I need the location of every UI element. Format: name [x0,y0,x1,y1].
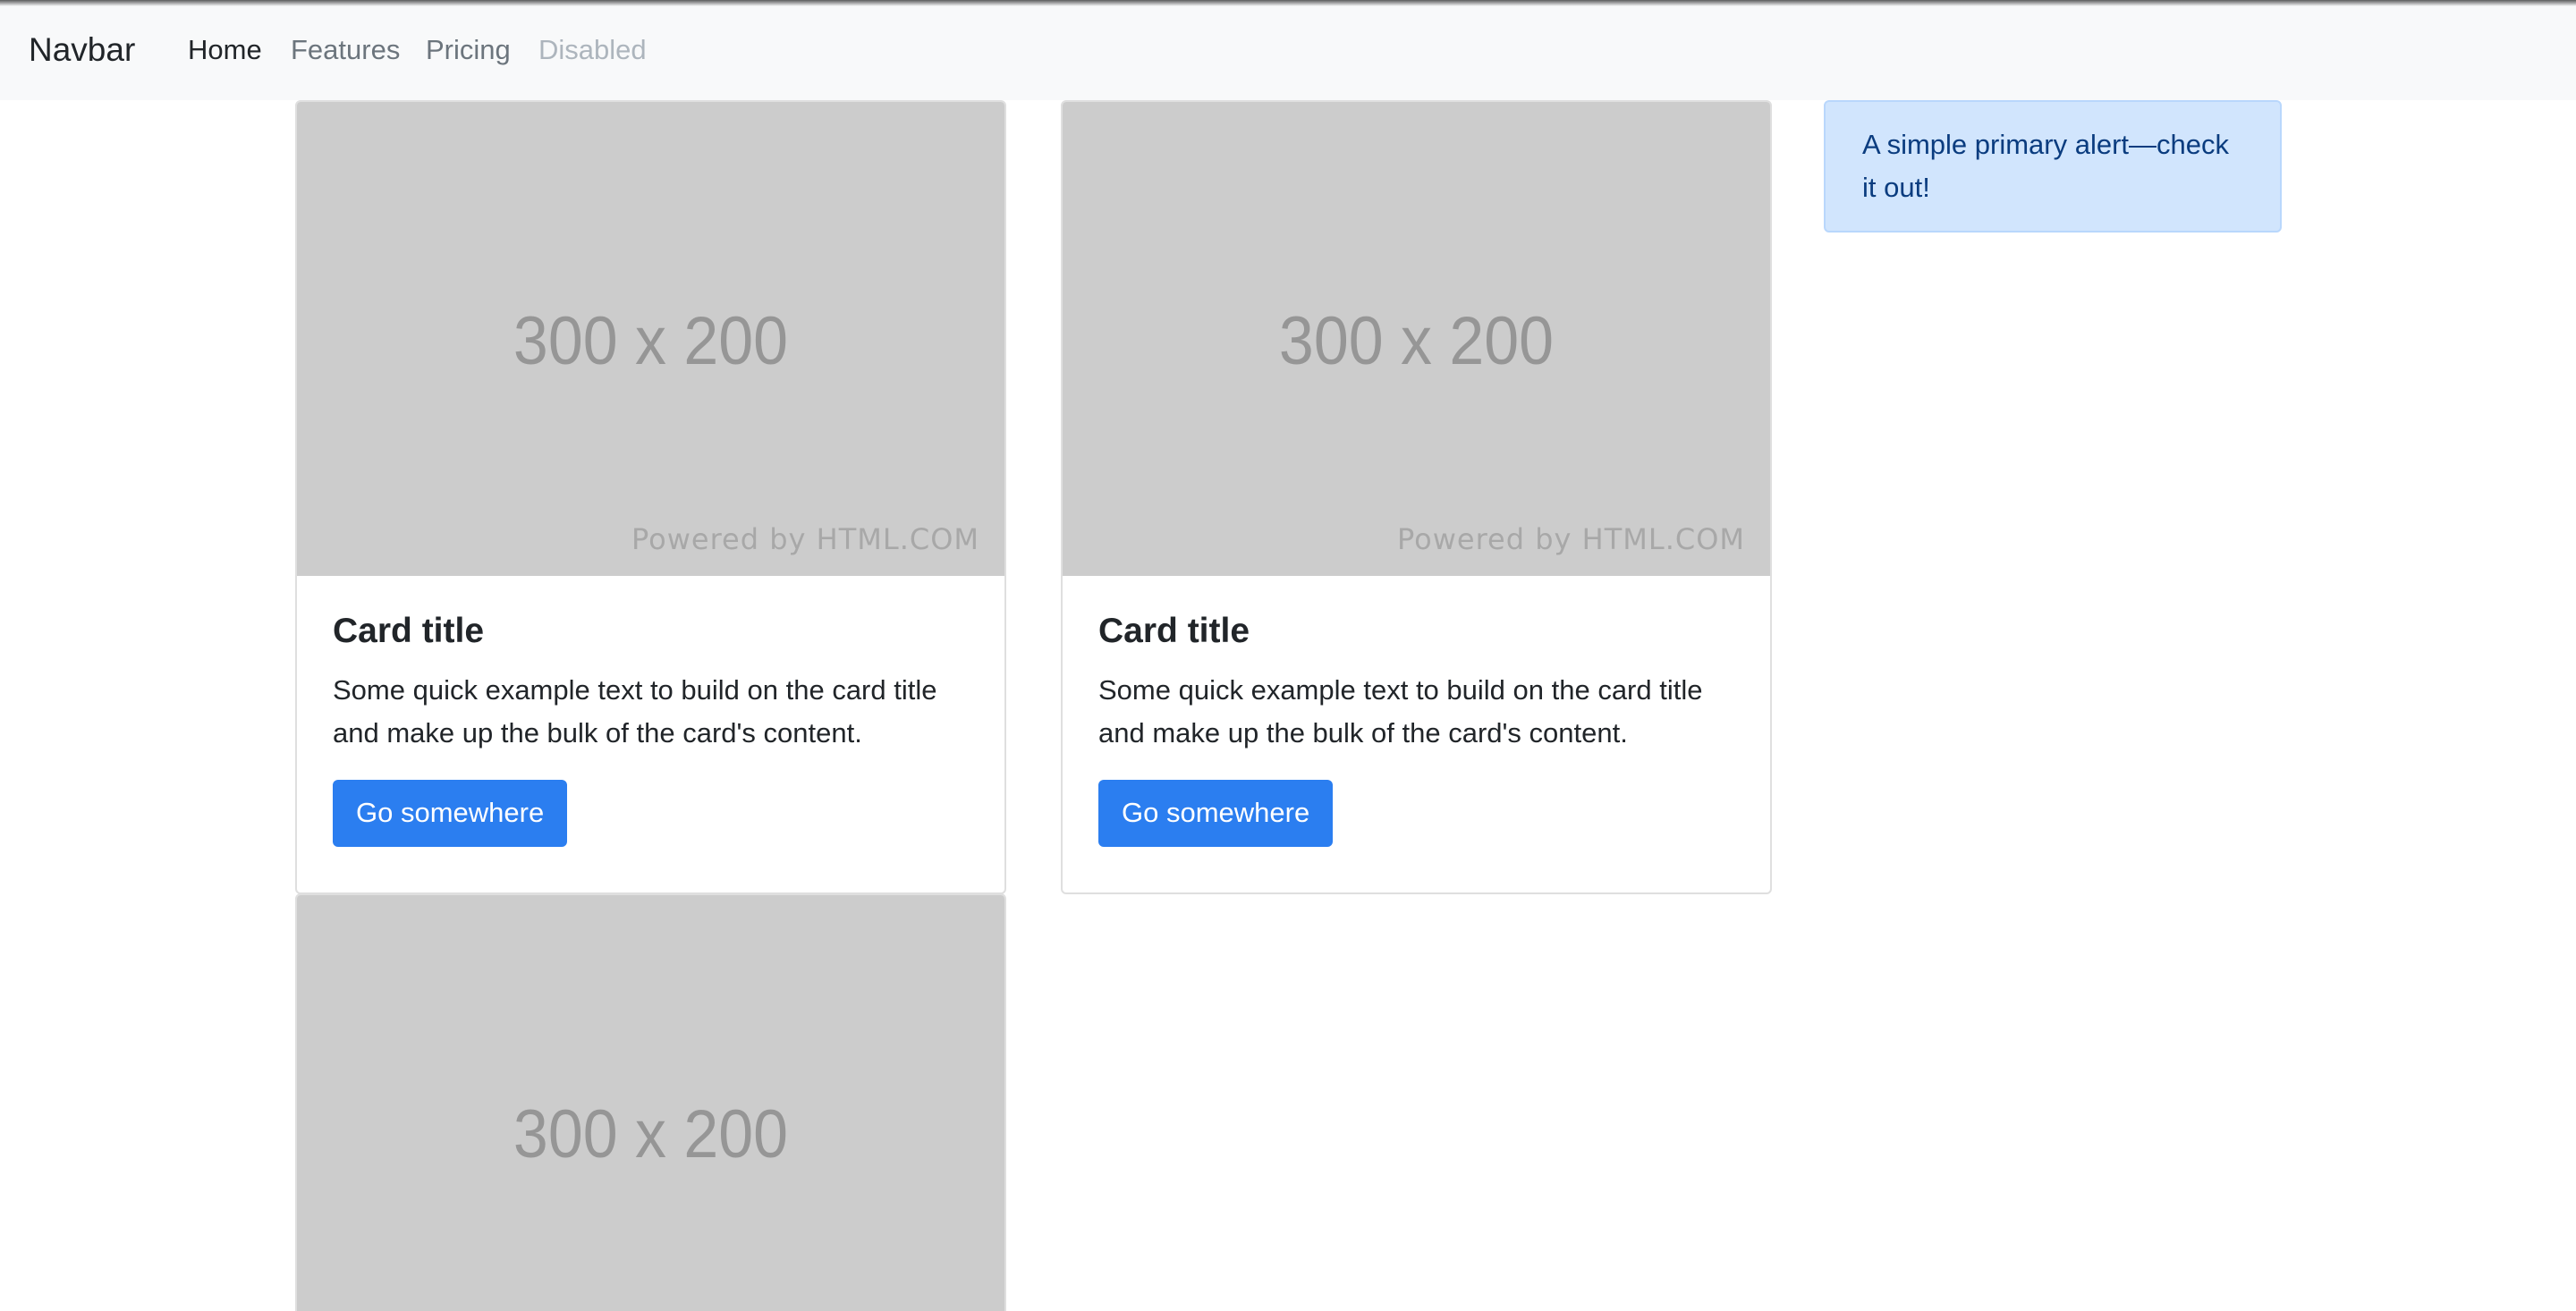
nav-link-pricing[interactable]: Pricing [426,29,511,72]
card-body: Card title Some quick example text to bu… [297,576,1004,883]
placeholder-watermark: Powered by HTML.COM [631,522,979,556]
card: 300 x 200 Powered by HTML.COM Card title… [295,100,1006,894]
card-text: Some quick example text to build on the … [1098,674,1703,749]
window-top-shadow [0,0,2576,6]
card: 300 x 200 Powered by HTML.COM Card title… [1061,100,1772,894]
placeholder-size-label: 300 x 200 [1278,302,1555,379]
card-body: Card title Some quick example text to bu… [1063,576,1770,883]
placeholder-size-label: 300 x 200 [513,302,789,379]
navbar-brand[interactable]: Navbar [29,25,135,75]
alert-text: A simple primary alert—check it out! [1862,129,2230,203]
nav-link-home[interactable]: Home [188,29,262,72]
card-image-placeholder: 300 x 200 Powered by HTML.COM [1063,102,1770,576]
card-image-placeholder: 300 x 200 Powered by HTML.COM [297,102,1004,576]
go-somewhere-button[interactable]: Go somewhere [333,780,568,847]
placeholder-watermark: Powered by HTML.COM [1397,522,1745,556]
navbar: Navbar Home Features Pricing Disabled [0,0,2576,100]
nav-link-features[interactable]: Features [291,29,400,72]
nav-link-disabled: Disabled [538,34,647,65]
card-title: Card title [333,612,485,650]
card: 300 x 200 [295,893,1006,1311]
card-text: Some quick example text to build on the … [333,674,937,749]
card-image-placeholder: 300 x 200 [297,895,1004,1311]
placeholder-size-label: 300 x 200 [513,1095,789,1172]
primary-alert: A simple primary alert—check it out! [1824,100,2282,233]
go-somewhere-button[interactable]: Go somewhere [1098,780,1334,847]
card-title: Card title [1098,612,1250,650]
